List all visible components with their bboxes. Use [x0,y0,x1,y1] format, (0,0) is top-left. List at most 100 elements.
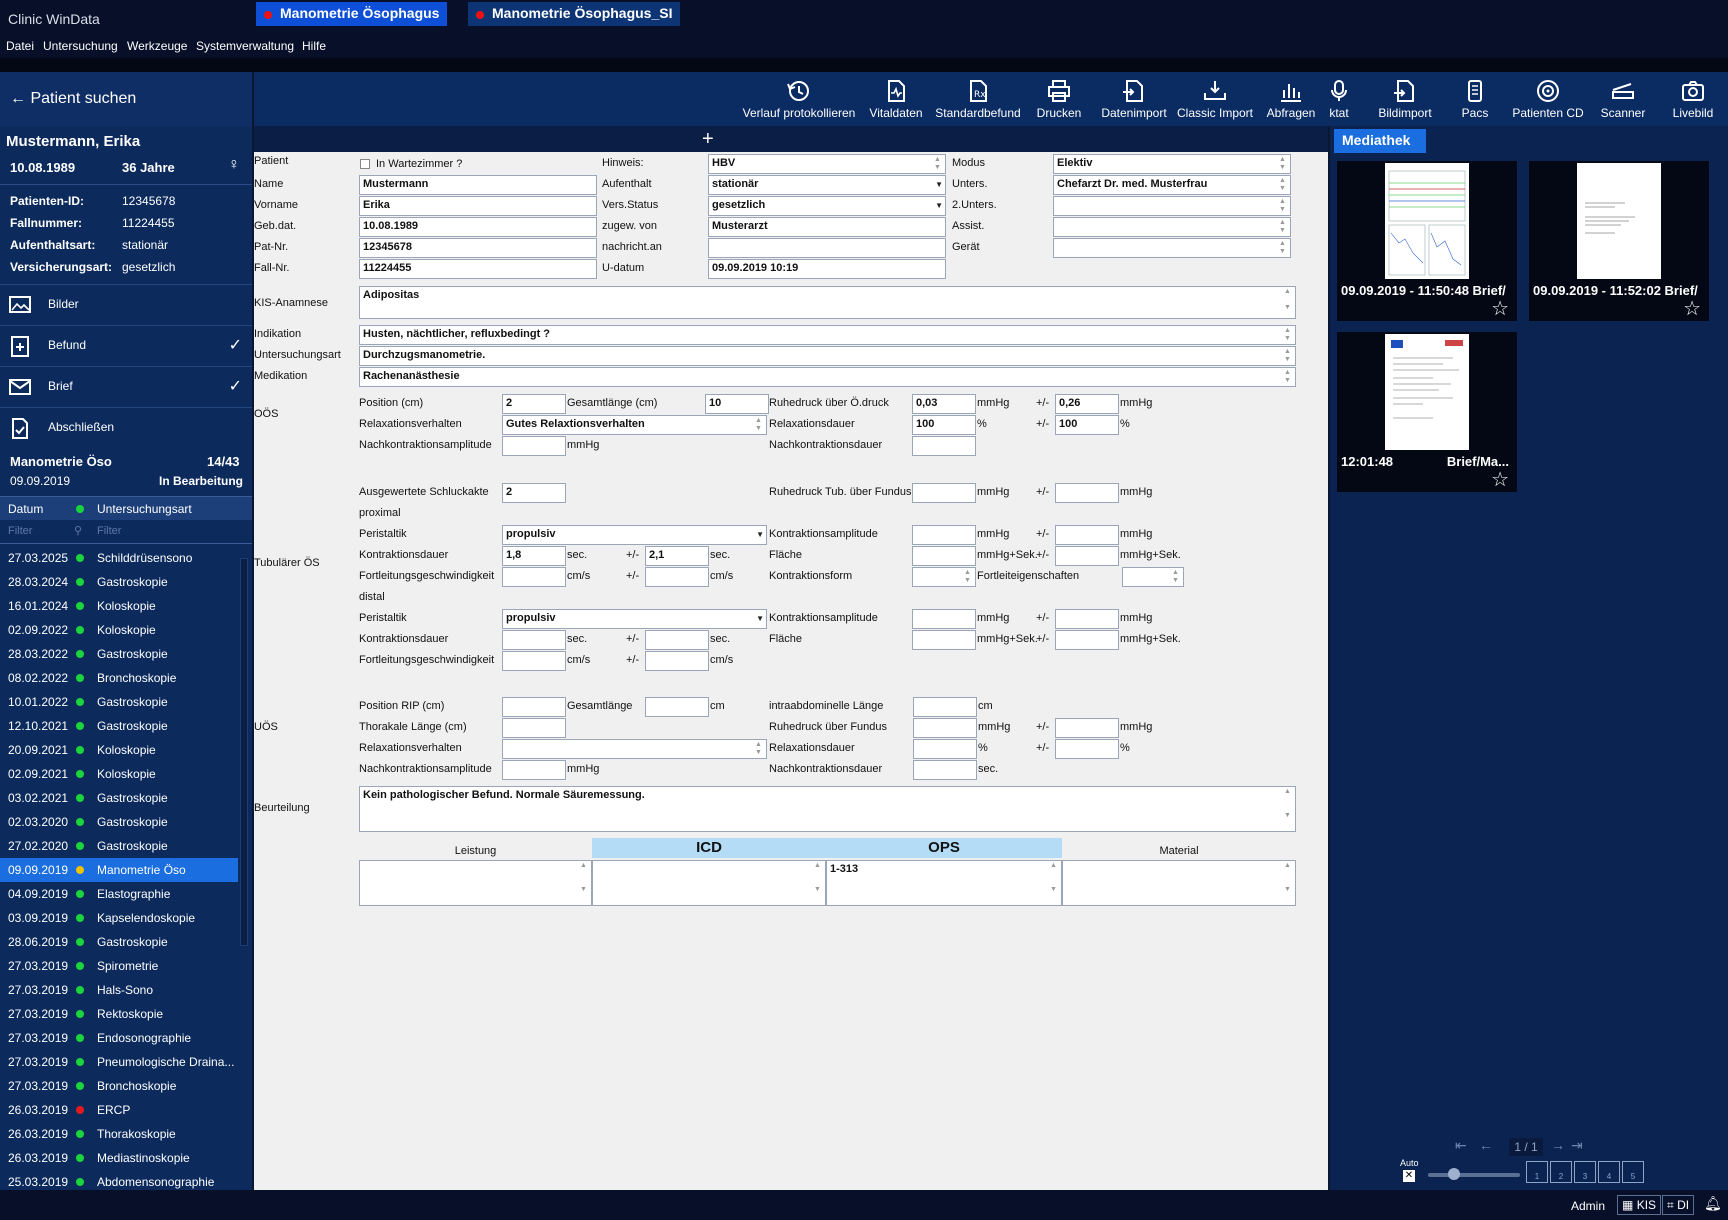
scroll-thumb[interactable] [240,558,248,946]
bell-icon[interactable]: 🔔︎ [1704,1195,1722,1212]
exam-row[interactable]: 16.01.2024 Koloskopie [0,594,238,618]
dropdown-arrow-icon[interactable]: ▼ [756,530,764,539]
toolbar-button[interactable]: Rx Standardbefund [932,72,1024,126]
uos-relaxdauer-field[interactable] [913,739,977,759]
uos-pos-field[interactable] [502,697,566,717]
oos-ruhe-pm-field[interactable]: 0,26 [1055,394,1119,414]
exam-row[interactable]: 27.02.2020 Gastroskopie [0,834,238,858]
unters-field[interactable]: Chefarzt Dr. med. Musterfrau ▲ ▼ [1053,175,1291,195]
uos-gesamt-field[interactable] [645,697,709,717]
tub-ka-pm-field[interactable] [1055,525,1119,545]
scroll-arrows-icon[interactable]: ▲ ▼ [755,741,765,757]
hinweis-field[interactable]: HBV ▲ ▼ [708,154,946,174]
exam-row[interactable]: 09.09.2019 Manometrie Öso [0,858,238,882]
exam-row[interactable]: 10.01.2022 Gastroskopie [0,690,238,714]
nav-bilder[interactable]: Bilder [0,284,252,324]
toolbar-button[interactable]: Scanner [1597,72,1649,126]
exam-row[interactable]: 20.09.2021 Koloskopie [0,738,238,762]
oos-gesamt-field[interactable]: 10 [705,394,769,414]
medikation-field[interactable]: Rachenanästhesie ▲ ▼ [359,367,1296,387]
oos-nkd-field[interactable] [912,436,976,456]
versstatus-select[interactable]: gesetzlich ▼ [708,196,946,216]
tub-peristaltik2-select[interactable]: propulsiv ▼ [502,609,767,629]
exam-row[interactable]: 03.09.2019 Kapselendoskopie [0,906,238,930]
tub-flaeche-field[interactable] [912,546,976,566]
next-page-icon[interactable]: → [1551,1137,1565,1153]
layout-button[interactable]: 4 [1598,1161,1620,1183]
tab-manometrie-oesophagus[interactable]: Manometrie Ösophagus [256,2,448,26]
scroll-arrows-icon[interactable]: ▲ ▼ [1279,219,1289,235]
toolbar-button[interactable]: Bildimport [1373,72,1437,126]
material-field[interactable]: ▲ ▼ [1062,860,1296,906]
layout-button[interactable]: 2 [1550,1161,1572,1183]
uos-intra-field[interactable] [913,697,977,717]
oos-relaxdauer-pm-field[interactable]: 100 [1055,415,1119,435]
tub-fg2-pm-field[interactable] [645,651,709,671]
tub-kd-pm-field[interactable]: 2,1 [645,546,709,566]
exam-row[interactable]: 27.03.2019 Endosonographie [0,1026,238,1050]
toolbar-button[interactable]: Patienten CD [1511,72,1585,126]
scroll-arrows-icon[interactable]: ▲ ▼ [814,862,824,894]
scroll-arrows-icon[interactable]: ▲ ▼ [964,569,974,585]
media-thumbnail[interactable]: 09.09.2019 - 11:50:48 Brief/ ☆ [1337,161,1517,321]
kis-anamnese-field[interactable]: Adipositas ▲ ▼ [359,286,1296,319]
exam-row[interactable]: 04.09.2019 Elastographie [0,882,238,906]
exam-row[interactable]: 02.09.2022 Koloskopie [0,618,238,642]
tub-ka2-field[interactable] [912,609,976,629]
exam-row[interactable]: 28.06.2019 Gastroskopie [0,930,238,954]
exam-row[interactable]: 27.03.2019 Hals-Sono [0,978,238,1002]
oos-ruhe-field[interactable]: 0,03 [912,394,976,414]
tab-mediathek[interactable]: Mediathek [1334,129,1426,153]
dropdown-arrow-icon[interactable]: ▼ [756,614,764,623]
scroll-arrows-icon[interactable]: ▲ ▼ [1172,569,1182,585]
assist-field[interactable]: ▲ ▼ [1053,217,1291,237]
tub-feig-field[interactable]: ▲ ▼ [1122,567,1184,587]
exam-row[interactable]: 03.02.2021 Gastroskopie [0,786,238,810]
exam-row[interactable]: 12.10.2021 Gastroskopie [0,714,238,738]
scroll-arrows-icon[interactable]: ▲ ▼ [1279,240,1289,256]
toolbar-button[interactable]: Abfragen [1263,72,1319,126]
exam-row[interactable]: 26.03.2019 Mediastinoskopie [0,1146,238,1170]
filter-type-input[interactable]: Filter [97,525,121,537]
scroll-arrows-icon[interactable]: ▲ ▼ [1284,862,1294,894]
media-thumbnail[interactable]: 12:01:48 Brief/Ma... ☆ [1337,332,1517,492]
add-tab-button[interactable]: + [702,128,714,151]
exam-row[interactable]: 26.03.2019 Thorakoskopie [0,1122,238,1146]
scroll-arrows-icon[interactable]: ▲ ▼ [1279,156,1289,172]
menu-werkzeuge[interactable]: Werkzeuge [127,39,187,53]
tub-ka-field[interactable] [912,525,976,545]
favorite-star-icon[interactable]: ☆ [1491,470,1509,490]
nav-befund[interactable]: Befund ✓ [0,325,252,365]
leistung-field[interactable]: ▲ ▼ [359,860,592,906]
ops-field[interactable]: 1-313 ▲ ▼ [826,860,1062,906]
uos-relaxdauer-pm-field[interactable] [1055,739,1119,759]
col-datum[interactable]: Datum [8,502,43,516]
uos-nkd-field[interactable] [913,760,977,780]
uos-relax-field[interactable]: ▲ ▼ [502,739,767,759]
col-untersuchungsart[interactable]: Untersuchungsart [97,502,192,516]
toolbar-button[interactable]: Livebild [1667,72,1719,126]
toolbar-button[interactable]: Datenimport [1097,72,1171,126]
first-page-icon[interactable]: ⇤ [1455,1137,1467,1154]
toolbar-button[interactable]: ktat [1324,72,1354,126]
favorite-star-icon[interactable]: ☆ [1683,299,1701,319]
exam-row[interactable]: 26.03.2019 ERCP [0,1098,238,1122]
untersuchungsart-field[interactable]: Durchzugsmanometrie. ▲ ▼ [359,346,1296,366]
oos-nka-field[interactable] [502,436,566,456]
exam-row[interactable]: 27.03.2025 Schilddrüsensono [0,546,238,570]
scroll-arrows-icon[interactable]: ▲ ▼ [1284,788,1294,820]
scroll-arrows-icon[interactable]: ▲ ▼ [934,156,944,172]
oos-relax-field[interactable]: Gutes Relaxtionsverhalten ▲ ▼ [502,415,767,435]
exam-row[interactable]: 27.03.2019 Spirometrie [0,954,238,978]
oos-relaxdauer-field[interactable]: 100 [912,415,976,435]
tub-flaeche2-field[interactable] [912,630,976,650]
toolbar-button[interactable]: Vitaldaten [866,72,926,126]
uos-thor-field[interactable] [502,718,566,738]
beurteilung-field[interactable]: Kein pathologischer Befund. Normale Säur… [359,786,1296,832]
tub-kd2-pm-field[interactable] [645,630,709,650]
in-wartezimmer-checkbox[interactable] [360,159,370,169]
exam-row[interactable]: 02.03.2020 Gastroskopie [0,810,238,834]
tub-flaeche2-pm-field[interactable] [1055,630,1119,650]
indikation-field[interactable]: Husten, nächtlicher, refluxbedingt ? ▲ ▼ [359,325,1296,345]
icd-field[interactable]: ▲ ▼ [592,860,826,906]
